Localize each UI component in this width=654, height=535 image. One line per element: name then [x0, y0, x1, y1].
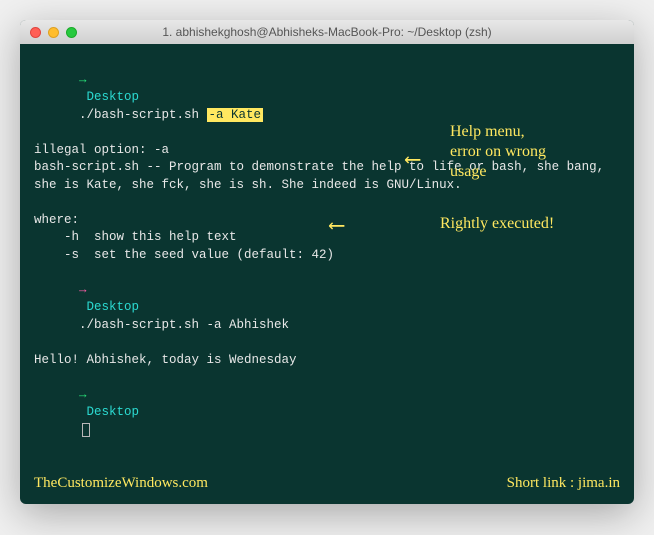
cursor-icon: [82, 423, 90, 437]
output-hello: Hello! Abhishek, today is Wednesday: [34, 352, 620, 370]
prompt-dir: Desktop: [79, 405, 147, 419]
annotation-help: Help menu, error on wrong usage: [450, 122, 546, 182]
terminal-window: 1. abhishekghosh@Abhisheks-MacBook-Pro: …: [20, 20, 634, 504]
prompt-arrow-icon: →: [79, 283, 87, 297]
titlebar: 1. abhishekghosh@Abhisheks-MacBook-Pro: …: [20, 20, 634, 44]
blank-line: [34, 194, 620, 212]
annotation-arrow-icon: ⟵: [330, 212, 343, 243]
highlighted-arg: -a Kate: [207, 108, 264, 122]
prompt-line-3: → Desktop: [34, 369, 620, 457]
window-title: 1. abhishekghosh@Abhisheks-MacBook-Pro: …: [20, 25, 634, 39]
annotation-arrow-icon: ⟵: [406, 146, 419, 177]
footer-left: TheCustomizeWindows.com: [34, 473, 208, 494]
command-text: ./bash-script.sh -a Abhishek: [79, 318, 289, 332]
prompt-dir: Desktop: [79, 300, 147, 314]
traffic-lights: [30, 27, 77, 38]
terminal-body[interactable]: → Desktop ./bash-script.sh -a Kate illeg…: [20, 44, 634, 504]
prompt-line-2: → Desktop ./bash-script.sh -a Abhishek: [34, 264, 620, 352]
annotation-rightly: Rightly executed!: [440, 214, 554, 234]
prompt-dir: Desktop: [79, 90, 147, 104]
close-icon[interactable]: [30, 27, 41, 38]
output-opt-s: -s set the seed value (default: 42): [34, 247, 620, 265]
prompt-arrow-icon: →: [79, 388, 87, 402]
minimize-icon[interactable]: [48, 27, 59, 38]
maximize-icon[interactable]: [66, 27, 77, 38]
footer: TheCustomizeWindows.com Short link : jim…: [34, 473, 620, 494]
prompt-arrow-icon: →: [79, 73, 87, 87]
command-text: ./bash-script.sh: [79, 108, 207, 122]
footer-right: Short link : jima.in: [507, 473, 620, 494]
